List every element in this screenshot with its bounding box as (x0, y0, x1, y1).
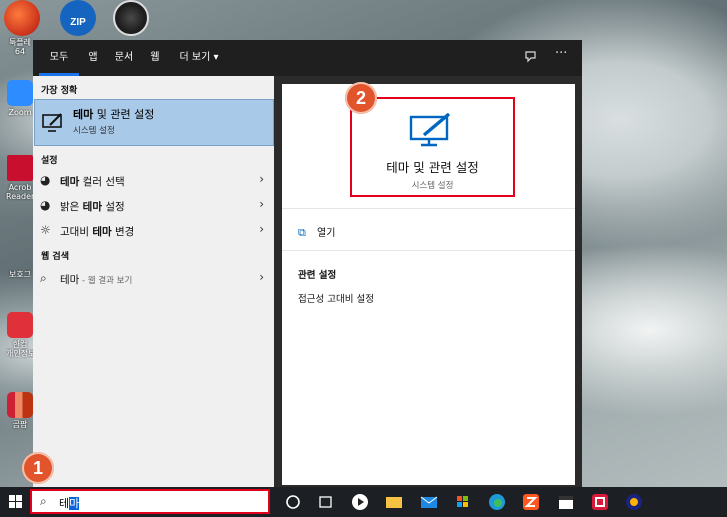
step-badge-1: 1 (22, 452, 54, 484)
theme-settings-large-icon (409, 112, 453, 152)
search-tabs-bar: 모두 앱 문서 웹 더 보기 ▾ ··· (33, 40, 582, 76)
edge-browser-icon[interactable] (487, 492, 507, 512)
zip-label: ZIP (70, 17, 86, 28)
web-suffix: - 웹 결과 보기 (79, 276, 133, 286)
obs-app-icon[interactable] (113, 0, 149, 36)
taskbar-search-input[interactable]: ⌕ 테마 (30, 489, 270, 514)
item-bold: 테마 (60, 176, 80, 188)
tab-label: 앱 (88, 52, 98, 63)
related-link-high-contrast[interactable]: 접근성 고대비 설정 (298, 291, 374, 305)
best-match-item[interactable]: 테마 및 관련 설정 시스템 설정 (34, 99, 274, 146)
chevron-right-icon[interactable]: › (259, 172, 264, 186)
settings-item-theme-color[interactable]: ◕ 테마 컬러 선택 › (33, 169, 274, 193)
sun-icon: ☼ (40, 223, 51, 237)
item-pre: 밝은 (60, 201, 83, 213)
tab-label: 문서 (114, 52, 134, 63)
desktop-icon-label: 곰팝 (12, 420, 28, 429)
best-match-title-rest: 및 관련 설정 (93, 108, 155, 121)
vpn-shield-icon[interactable] (624, 492, 644, 512)
desktop-icon-label: Acrob Reader (6, 183, 35, 201)
desktop-icon-label: 보호그 (8, 270, 32, 279)
tab-label: 웹 (150, 52, 160, 63)
tab-documents[interactable]: 문서 (109, 40, 139, 76)
item-bold: 테마 (82, 201, 102, 213)
divider (282, 208, 575, 209)
search-query-plain: 테 (59, 497, 70, 510)
detail-pane: 테마 및 관련 설정 시스템 설정 ⧉ 열기 관련 설정 접근성 고대비 설정 (282, 84, 575, 485)
cortana-icon[interactable] (283, 492, 303, 512)
item-post: 변경 (111, 226, 135, 238)
desktop-icon-label: Zoom (8, 108, 32, 117)
search-query-selected: 마 (69, 497, 80, 510)
detail-subtitle: 시스템 설정 (411, 181, 454, 191)
chevron-right-icon[interactable]: › (259, 197, 264, 211)
best-match-title-bold: 테마 (73, 108, 94, 121)
desktop-icon-protect[interactable]: 보호그 (6, 270, 34, 279)
mail-icon[interactable] (419, 492, 439, 512)
start-menu: 모두 앱 문서 웹 더 보기 ▾ ··· 가장 정확 테마 및 관련 설정 시스… (33, 40, 582, 487)
windows-start-icon[interactable] (9, 495, 23, 512)
calendar-app-icon[interactable] (556, 492, 576, 512)
chevron-right-icon[interactable]: › (259, 270, 264, 284)
tab-label: 모두 (49, 52, 69, 63)
tab-all[interactable]: 모두 (39, 40, 79, 76)
search-icon: ⌕ (40, 271, 47, 285)
desktop-icon-acrobat[interactable]: Acrob Reader (6, 155, 34, 201)
open-label: 열기 (317, 228, 336, 239)
item-pre: 고대비 (60, 226, 93, 238)
search-query: 테마 (59, 495, 80, 511)
step-badge-2: 2 (345, 82, 377, 114)
palette-icon: ◕ (40, 198, 51, 212)
tab-label: 더 보기 ▾ (179, 52, 219, 63)
divider (282, 250, 575, 251)
hancom-icon (7, 312, 33, 338)
tab-more[interactable]: 더 보기 ▾ (173, 40, 225, 76)
related-settings-heading: 관련 설정 (298, 270, 337, 281)
app-z-icon[interactable] (521, 492, 541, 512)
search-icon: ⌕ (40, 494, 47, 508)
zip-app-icon[interactable]: ZIP (60, 0, 96, 36)
task-view-icon[interactable] (316, 492, 336, 512)
tab-apps[interactable]: 앱 (81, 40, 105, 76)
best-match-heading: 가장 정확 (41, 86, 78, 96)
store-icon[interactable] (453, 492, 473, 512)
detail-highlight-box: 테마 및 관련 설정 시스템 설정 (350, 97, 515, 197)
item-post: 컬러 선택 (79, 176, 125, 188)
more-icon[interactable]: ··· (555, 46, 567, 61)
feedback-icon[interactable] (524, 50, 538, 68)
best-match-subtitle: 시스템 설정 (73, 126, 115, 136)
media-player-icon[interactable] (350, 492, 370, 512)
hancom-pdf-icon[interactable] (590, 492, 610, 512)
gompop-icon (7, 392, 33, 418)
zoom-icon (7, 80, 33, 106)
desktop-icon-label: 툭플레 64 (8, 38, 32, 56)
settings-item-light-theme[interactable]: ◕ 밝은 테마 설정 › (33, 194, 274, 218)
red-app-icon[interactable] (4, 0, 40, 36)
web-search-heading: 웹 검색 (41, 252, 69, 262)
web-query: 테마 (60, 274, 80, 286)
open-icon: ⧉ (298, 226, 306, 239)
desktop-icon-tokplayer[interactable]: 툭플레 64 (6, 38, 34, 56)
item-post: 설정 (102, 201, 125, 213)
open-action[interactable]: ⧉ 열기 (298, 224, 335, 240)
desktop-icon-gompop[interactable]: 곰팝 (6, 392, 34, 429)
tab-web[interactable]: 웹 (145, 40, 165, 76)
file-explorer-icon[interactable] (384, 492, 404, 512)
palette-icon: ◕ (40, 173, 51, 187)
desktop-icon-hancom[interactable]: 한컴 개인정보 (6, 312, 36, 358)
theme-settings-icon (42, 113, 64, 136)
results-pane: 가장 정확 테마 및 관련 설정 시스템 설정 설정 ◕ 테마 컬러 선택 › … (33, 76, 274, 487)
acrobat-icon (7, 155, 33, 181)
desktop-icon-label: 한컴 개인정보 (6, 340, 36, 358)
desktop-icon-zoom[interactable]: Zoom (6, 80, 34, 117)
web-search-item[interactable]: ⌕ 테마 - 웹 결과 보기 › (33, 267, 274, 291)
settings-heading: 설정 (41, 156, 58, 166)
settings-item-high-contrast[interactable]: ☼ 고대비 테마 변경 › (33, 219, 274, 243)
chevron-right-icon[interactable]: › (259, 222, 264, 236)
detail-title: 테마 및 관련 설정 (386, 160, 479, 175)
item-bold: 테마 (92, 226, 112, 238)
